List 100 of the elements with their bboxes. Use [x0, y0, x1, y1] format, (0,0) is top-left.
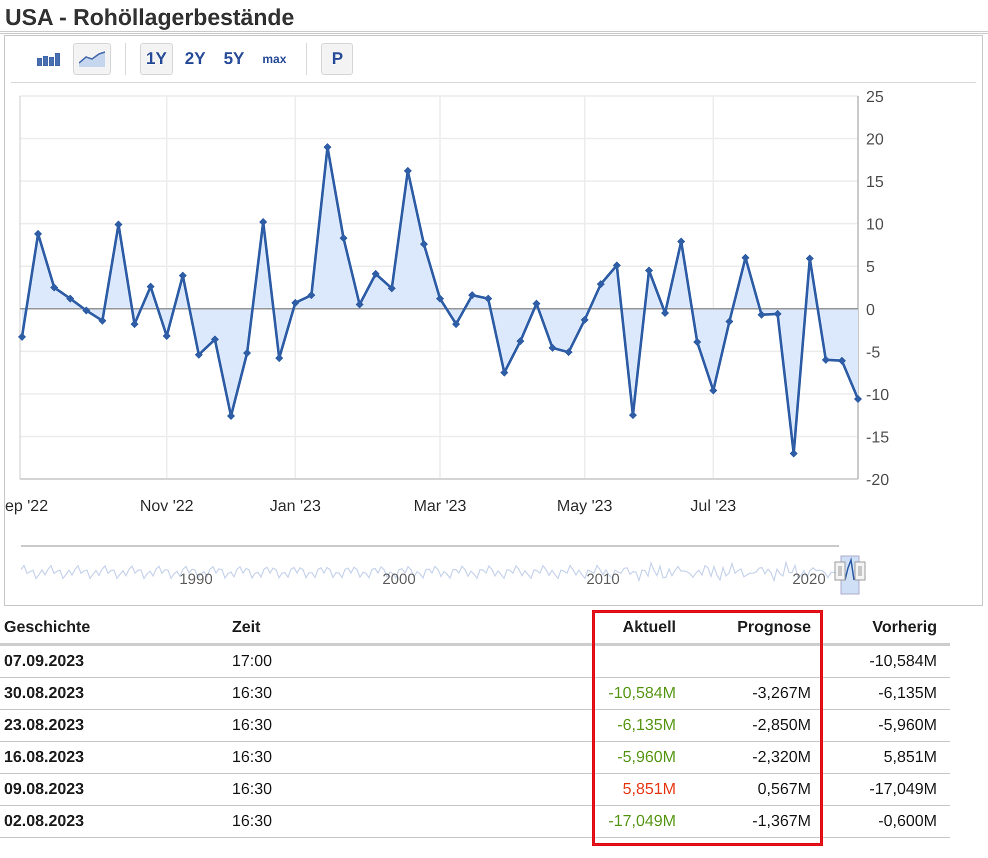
toggle-button[interactable]: P [321, 43, 354, 75]
data-point [548, 344, 557, 352]
data-point [18, 332, 26, 341]
axis-label: Nov '22 [140, 498, 194, 515]
table-cell: -3,267M [752, 685, 811, 702]
table-cell: -2,320M [752, 749, 811, 766]
range-button[interactable]: 1Y [140, 43, 173, 75]
data-point [725, 318, 734, 326]
data-point [82, 306, 90, 314]
data-point [146, 282, 155, 291]
chart-type-button[interactable] [73, 43, 111, 75]
data-point [162, 332, 171, 340]
data-point [677, 238, 686, 246]
data-point [340, 234, 348, 242]
data-point [612, 261, 621, 270]
data-point [452, 320, 460, 328]
data-point [580, 316, 589, 324]
data-point [114, 220, 122, 229]
range-button[interactable]: 2Y [178, 43, 212, 75]
column-header: Geschichte [4, 619, 90, 636]
data-point [661, 309, 670, 318]
data-point [822, 356, 830, 364]
axis-label: 20 [866, 132, 884, 149]
data-point [693, 338, 702, 346]
column-header: Aktuell [622, 619, 676, 636]
data-point [500, 368, 508, 377]
axis-label: 10 [866, 216, 884, 234]
data-point [532, 300, 540, 308]
drag-handle-icon[interactable] [854, 562, 866, 580]
data-point [758, 310, 766, 319]
data-point [564, 348, 573, 356]
data-point [178, 272, 187, 280]
data-point [259, 218, 268, 226]
data-point [291, 298, 300, 307]
axis-label: -5 [866, 344, 880, 362]
table-cell: -0,600M [878, 813, 937, 830]
page-title: USA - Rohöllagerbestände [0, 0, 988, 34]
table-cell: 16.08.2023 [4, 749, 84, 766]
data-point [806, 254, 814, 263]
table-cell: 23.08.2023 [4, 717, 84, 734]
table-cell: -10,584M [608, 685, 676, 702]
table-cell: -10,584M [869, 653, 937, 670]
axis-label: 0 [866, 302, 875, 319]
table-cell: 02.08.2023 [4, 813, 84, 830]
table-cell: 17:00 [232, 653, 272, 670]
table-cell: -5,960M [878, 717, 937, 734]
data-point [516, 337, 524, 346]
data-point [645, 266, 653, 274]
axis-label: Jul '23 [690, 498, 736, 515]
timeline-label: 1990 [179, 571, 213, 588]
table-cell: -17,049M [608, 813, 676, 830]
data-point [709, 386, 718, 394]
table-cell: 16:30 [232, 781, 272, 798]
data-point [275, 354, 284, 362]
table-cell: 16:30 [232, 813, 272, 830]
data-point [307, 291, 316, 300]
data-point [388, 284, 396, 292]
table-cell: 09.08.2023 [4, 781, 84, 798]
axis-label: 25 [866, 89, 884, 106]
table-cell: -5,960M [617, 749, 676, 766]
table-cell: -6,135M [878, 685, 937, 702]
axis-label: -15 [866, 429, 890, 446]
table-cell: -2,850M [752, 717, 811, 734]
data-point [243, 349, 252, 358]
data-point [227, 412, 235, 420]
data-point [774, 310, 782, 318]
column-header: Zeit [232, 619, 260, 636]
data-point [194, 350, 203, 359]
table-cell: 30.08.2023 [4, 685, 84, 702]
data-point [372, 270, 380, 278]
data-point [628, 411, 637, 420]
table-cell: 16:30 [232, 685, 272, 702]
timeline-label: 2000 [382, 571, 416, 588]
table-cell: 5,851M [622, 781, 676, 798]
bar-chart-icon [37, 52, 61, 66]
data-point [420, 240, 428, 248]
table-cell: 0,567M [758, 781, 811, 798]
data-point [98, 316, 106, 325]
table-cell: 07.09.2023 [4, 653, 84, 670]
drag-handle-icon[interactable] [834, 562, 846, 580]
data-point [404, 166, 412, 175]
data-point [34, 230, 42, 238]
axis-label: Jan '23 [270, 498, 321, 515]
data-point [741, 254, 750, 262]
data-point [210, 335, 219, 344]
data-point [130, 320, 139, 328]
table-cell: -6,135M [617, 717, 676, 734]
range-button[interactable]: 5Y [218, 43, 250, 75]
table-cell: 16:30 [232, 717, 272, 734]
table-cell: 16:30 [232, 749, 272, 766]
table-cell: 5,851M [884, 749, 937, 766]
data-point [838, 356, 846, 365]
data-point [323, 143, 332, 152]
data-point [468, 291, 476, 300]
axis-label: 15 [866, 174, 884, 192]
data-point [356, 300, 364, 309]
data-point [66, 294, 74, 303]
data-point [854, 395, 862, 403]
data-point [50, 284, 58, 292]
range-button[interactable]: max [256, 43, 292, 75]
